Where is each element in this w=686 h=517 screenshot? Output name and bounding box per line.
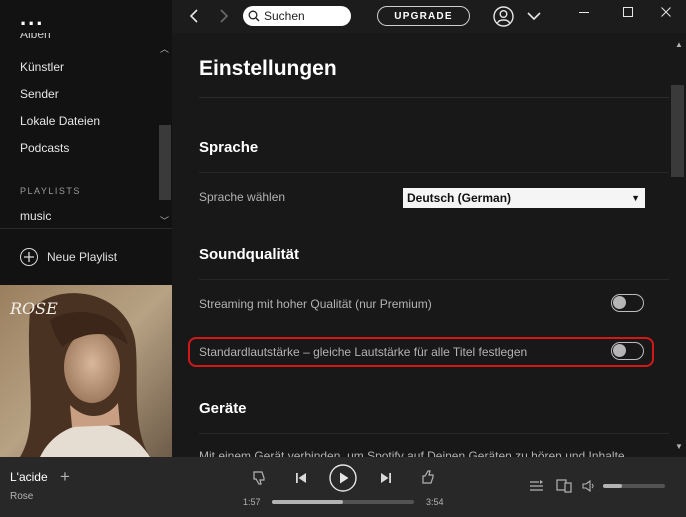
volume-fill	[603, 484, 622, 488]
section-heading-devices: Geräte	[199, 400, 247, 417]
sidebar-scroll-down-icon[interactable]: ﹀	[160, 214, 169, 227]
skip-back-icon[interactable]	[295, 472, 307, 484]
devices-description: Mit einem Gerät verbinden, um Spotify au…	[199, 449, 625, 457]
volume-slider[interactable]	[603, 484, 665, 488]
search-icon	[248, 10, 260, 22]
scroll-down-icon[interactable]: ▼	[675, 442, 683, 451]
main-scrollbar-thumb[interactable]	[671, 85, 684, 177]
play-button[interactable]	[329, 464, 357, 492]
new-playlist-button[interactable]: Neue Playlist	[20, 247, 117, 267]
thumbs-down-icon[interactable]	[251, 470, 267, 486]
language-label: Sprache wählen	[199, 190, 286, 204]
plus-icon[interactable]: +	[60, 468, 70, 485]
chevron-left-icon[interactable]	[187, 8, 201, 24]
page-title: Einstellungen	[199, 57, 337, 80]
sidebar-scrollbar-thumb[interactable]	[159, 125, 171, 200]
sidebar-item-albums[interactable]: Alben	[20, 33, 80, 43]
skip-forward-icon[interactable]	[380, 472, 392, 484]
track-title[interactable]: L'acide	[10, 470, 48, 484]
section-heading-sound-quality: Soundqualität	[199, 246, 299, 263]
progress-fill	[272, 500, 343, 504]
scroll-up-icon[interactable]: ▲	[675, 40, 683, 49]
volume-icon[interactable]	[582, 479, 596, 493]
queue-icon[interactable]	[529, 479, 544, 493]
minimize-icon[interactable]	[578, 6, 590, 18]
language-select-value: Deutsch (German)	[407, 191, 512, 205]
row-divider	[199, 433, 669, 434]
row-divider	[199, 279, 669, 280]
streaming-quality-toggle[interactable]	[611, 294, 644, 312]
normalize-volume-label: Standardlautstärke – gleiche Lautstärke …	[199, 345, 528, 359]
thumbs-up-icon[interactable]	[420, 469, 436, 485]
devices-icon[interactable]	[556, 478, 572, 493]
user-icon[interactable]	[493, 6, 514, 27]
language-select[interactable]: Deutsch (German) ▼	[403, 188, 645, 208]
album-cover-text: ROSE	[10, 299, 58, 318]
close-icon[interactable]	[660, 6, 672, 18]
upgrade-button[interactable]: UPGRADE	[377, 6, 470, 26]
sidebar-item-local-files[interactable]: Lokale Dateien	[20, 114, 100, 128]
caret-down-icon: ▼	[631, 193, 640, 203]
sidebar-item-stations[interactable]: Sender	[20, 87, 59, 101]
progress-bar[interactable]	[272, 500, 414, 504]
toggle-knob	[613, 344, 626, 357]
title-divider	[199, 97, 669, 98]
chevron-down-icon[interactable]	[527, 10, 541, 22]
sidebar-item-artists[interactable]: Künstler	[20, 60, 64, 74]
playlists-heading: PLAYLISTS	[20, 186, 81, 196]
section-heading-language: Sprache	[199, 139, 259, 156]
plus-circle-icon	[20, 248, 38, 266]
maximize-icon[interactable]	[622, 6, 634, 18]
row-divider	[199, 172, 669, 173]
chevron-right-icon[interactable]	[217, 8, 231, 24]
play-icon	[329, 464, 357, 492]
sidebar-playlist-music[interactable]: music	[20, 209, 51, 223]
duration-time: 3:54	[426, 497, 444, 507]
toggle-knob	[613, 296, 626, 309]
search-input[interactable]: Suchen	[243, 6, 351, 26]
album-cover[interactable]: ROSE	[0, 285, 172, 457]
search-placeholder: Suchen	[264, 9, 305, 23]
track-artist[interactable]: Rose	[10, 491, 33, 502]
sidebar-item-podcasts[interactable]: Podcasts	[20, 141, 69, 155]
sidebar-divider	[0, 228, 172, 229]
new-playlist-label: Neue Playlist	[47, 250, 118, 264]
streaming-quality-label: Streaming mit hoher Qualität (nur Premiu…	[199, 297, 432, 311]
normalize-volume-toggle[interactable]	[611, 342, 644, 360]
app-menu-button[interactable]: ...	[20, 7, 44, 29]
elapsed-time: 1:57	[243, 497, 261, 507]
sidebar-scroll-up-icon[interactable]: ︿	[160, 42, 169, 55]
